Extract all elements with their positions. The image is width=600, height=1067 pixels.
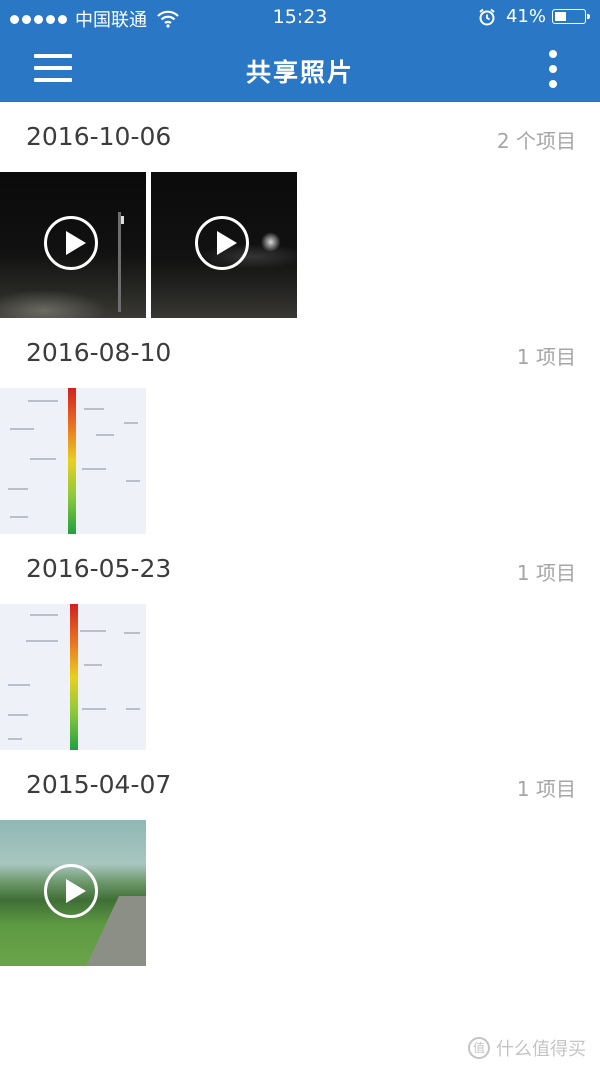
battery-icon bbox=[552, 9, 590, 24]
video-thumbnail[interactable] bbox=[0, 820, 146, 966]
section-count: 1 项目 bbox=[516, 345, 576, 369]
more-vertical-icon[interactable] bbox=[546, 47, 560, 91]
image-thumbnail[interactable] bbox=[0, 388, 146, 534]
video-thumbnail[interactable] bbox=[0, 172, 146, 318]
section-header: 2016-10-06 2 个项目 bbox=[0, 108, 600, 168]
section-header: 2016-05-23 1 项目 bbox=[0, 540, 600, 600]
app-bar: 共享照片 bbox=[0, 36, 600, 102]
section-date: 2016-10-06 bbox=[26, 122, 172, 151]
page-title: 共享照片 bbox=[245, 58, 354, 87]
play-icon bbox=[195, 216, 249, 270]
section-count: 1 项目 bbox=[516, 561, 576, 585]
status-right: 41% bbox=[478, 6, 590, 27]
status-bar: 中国联通 15:23 41% bbox=[0, 0, 600, 36]
battery-percent: 41% bbox=[505, 6, 546, 27]
section-date: 2015-04-07 bbox=[26, 770, 172, 799]
play-icon bbox=[44, 864, 98, 918]
watermark-text: 什么值得买 bbox=[496, 1039, 586, 1060]
watermark-logo-icon: 值 bbox=[468, 1037, 490, 1059]
watermark: 值 什么值得买 bbox=[468, 1035, 586, 1061]
section-header: 2015-04-07 1 项目 bbox=[0, 756, 600, 816]
section-header: 2016-08-10 1 项目 bbox=[0, 324, 600, 384]
section-count: 2 个项目 bbox=[496, 129, 576, 153]
section-date: 2016-05-23 bbox=[26, 554, 172, 583]
video-thumbnail[interactable] bbox=[151, 172, 297, 318]
section-date: 2016-08-10 bbox=[26, 338, 172, 367]
alarm-icon bbox=[479, 8, 495, 25]
section-count: 1 项目 bbox=[516, 777, 576, 801]
image-thumbnail[interactable] bbox=[0, 604, 146, 750]
play-icon bbox=[44, 216, 98, 270]
